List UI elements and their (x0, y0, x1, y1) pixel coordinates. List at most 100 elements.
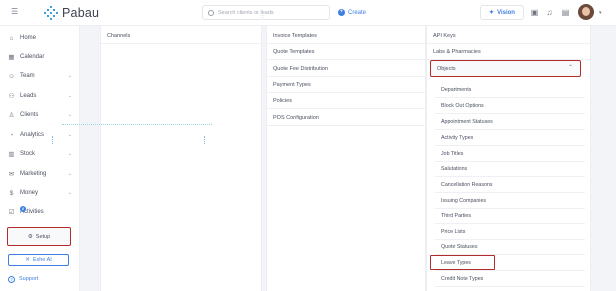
settings-link-invoice-templates[interactable]: Invoice Templates (267, 28, 425, 44)
settings-link-policies[interactable]: Policies (267, 93, 425, 109)
exhe-ai-label: Exhe AI (32, 257, 52, 263)
sidebar-item-leads[interactable]: ⚇ Leads ⌄ (0, 87, 80, 105)
sidebar-item-label: Team (20, 73, 35, 79)
calendar-check-icon[interactable]: ▣ (530, 8, 539, 17)
sidebar-item-label: Marketing (20, 171, 47, 177)
chevron-down-icon: ⌄ (67, 190, 72, 196)
objects-item-label: Issuing Companies (441, 197, 487, 204)
settings-column-1: Channels (100, 26, 262, 291)
sidebar-item-stock[interactable]: ▥ Stock ⌄ (0, 145, 80, 163)
exhe-ai-button[interactable]: ✕ Exhe AI (8, 254, 69, 266)
team-icon: ☺ (8, 72, 15, 80)
objects-item-price-lists[interactable]: Price Lists (435, 224, 585, 240)
sidebar-item-money[interactable]: $ Money ⌄ (0, 184, 80, 202)
analytics-icon: ◔ (9, 131, 14, 139)
sidebar-item-label: Home (20, 35, 37, 41)
sidebar-item-calendar[interactable]: ▦ Calendar (0, 48, 80, 66)
activities-icon: ☑ 8 (8, 205, 26, 216)
objects-item-label: Price Lists (441, 228, 466, 235)
settings-link-channels[interactable]: Channels (101, 28, 261, 44)
settings-link-label: Quote Templates (273, 48, 315, 55)
support-label: Support (19, 276, 39, 282)
settings-link-api-keys[interactable]: API Keys (427, 28, 590, 44)
objects-item-salutations[interactable]: Salutations (435, 161, 585, 177)
sidebar-item-marketing[interactable]: ✉ Marketing ⌄ (0, 165, 80, 183)
setup-button[interactable]: ⚙ Setup (7, 227, 71, 246)
settings-link-quote-templates[interactable]: Quote Templates (267, 44, 425, 60)
objects-item-quote-statuses[interactable]: Quote Statuses (435, 239, 585, 255)
search-bar[interactable] (202, 5, 330, 20)
objects-item-label: Activity Types (441, 134, 474, 141)
objects-item-label: Appointment Statuses (441, 118, 493, 125)
settings-link-label: API Keys (433, 32, 456, 39)
sidebar-item-label: Money (20, 190, 39, 196)
marketing-icon: ✉ (8, 171, 15, 178)
objects-item-third-parties[interactable]: Third Parties (435, 208, 585, 224)
objects-item-label: Salutations (441, 165, 468, 172)
objects-item-label: Third Parties (441, 212, 472, 219)
sidebar-item-label: Leads (20, 93, 37, 99)
sidebar: ⌂ Home ▦ Calendar ☺ Team ⌄ ⚇ Leads ⌄ ♙ C… (0, 26, 80, 291)
sidebar-item-activities[interactable]: ☑ 8 Activities (0, 203, 80, 221)
objects-item-label: Departments (441, 86, 472, 93)
settings-link-payment-types[interactable]: Payment Types (267, 77, 425, 93)
settings-link-label: Invoice Templates (273, 32, 317, 39)
hamburger-menu-icon[interactable]: ☰ (11, 8, 19, 16)
vision-label: Vision (497, 9, 515, 16)
objects-item-label: Credit Note Types (441, 275, 484, 282)
sidebar-item-label: Calendar (20, 54, 45, 60)
clients-icon: ♙ (8, 112, 15, 119)
objects-item-credit-note-types[interactable]: Credit Note Types (435, 271, 585, 287)
settings-link-label: Channels (107, 32, 131, 39)
selection-guide-vertical (262, 10, 263, 18)
magic-wand-icon: ✕ (25, 257, 30, 263)
objects-dropdown[interactable]: Objects ⌃ (430, 60, 581, 77)
search-icon (208, 9, 214, 16)
objects-item-job-titles[interactable]: Job Titles (435, 146, 585, 162)
pabau-logo-mark-icon (44, 6, 58, 20)
objects-item-label: Quote Statuses (441, 243, 478, 250)
objects-item-appointment-statuses[interactable]: Appointment Statuses (435, 114, 585, 130)
setup-main-area: Channels Invoice Templates Quote Templat… (80, 26, 616, 291)
vision-button[interactable]: ✦ Vision (480, 5, 524, 20)
chevron-down-icon: ⌄ (67, 93, 72, 99)
top-bar: ☰ Pabau + Create ✦ Vision ▣ ♫ ▤ (0, 0, 616, 26)
bell-icon[interactable]: ♫ (545, 8, 554, 17)
leads-icon: ⚇ (8, 93, 15, 100)
selection-guide-vertical (204, 136, 205, 144)
setup-label: Setup (35, 233, 51, 240)
settings-link-label: Policies (273, 97, 292, 104)
chevron-down-icon: ⌄ (67, 73, 72, 79)
pabau-logo[interactable]: Pabau (44, 5, 99, 21)
objects-item-cancellation-reasons[interactable]: Cancellation Reasons (435, 177, 585, 193)
chevron-down-icon: ⌄ (67, 171, 72, 177)
sidebar-item-analytics[interactable]: ◔ Analytics ⌄ (0, 126, 80, 144)
create-button[interactable]: + Create (338, 5, 366, 20)
support-link[interactable]: ? Support (8, 274, 38, 284)
objects-item-departments[interactable]: Departments (435, 82, 585, 98)
settings-column-2: Invoice Templates Quote Templates Quote … (266, 26, 426, 291)
stock-icon: ▥ (8, 151, 15, 158)
objects-item-label: Block Out Options (441, 102, 484, 109)
sidebar-item-clients[interactable]: ♙ Clients ⌄ (0, 106, 80, 124)
chevron-down-icon[interactable]: ▾ (599, 10, 602, 16)
sidebar-item-label: Analytics (20, 132, 45, 138)
sidebar-item-home[interactable]: ⌂ Home (0, 29, 80, 47)
objects-item-activity-types[interactable]: Activity Types (435, 130, 585, 146)
settings-link-quote-fee-distribution[interactable]: Quote Fee Distribution (267, 61, 425, 77)
home-icon: ⌂ (9, 34, 14, 42)
gear-icon: ⚙ (27, 233, 33, 240)
avatar[interactable] (578, 4, 594, 20)
search-input[interactable] (218, 9, 328, 16)
sidebar-item-team[interactable]: ☺ Team ⌄ (0, 67, 80, 85)
settings-link-label: Quote Fee Distribution (273, 65, 329, 72)
settings-link-label: POS Configuration (273, 114, 319, 121)
settings-link-labs-pharmacies[interactable]: Labs & Pharmacies (427, 44, 590, 60)
inbox-icon[interactable]: ▤ (561, 8, 570, 17)
settings-link-pos-configuration[interactable]: POS Configuration (267, 110, 425, 126)
objects-item-label: Cancellation Reasons (441, 181, 493, 188)
objects-item-block-out-options[interactable]: Block Out Options (435, 98, 585, 114)
objects-item-issuing-companies[interactable]: Issuing Companies (435, 193, 585, 209)
leave-types-highlight (430, 255, 495, 270)
sidebar-item-label: Clients (20, 112, 39, 118)
